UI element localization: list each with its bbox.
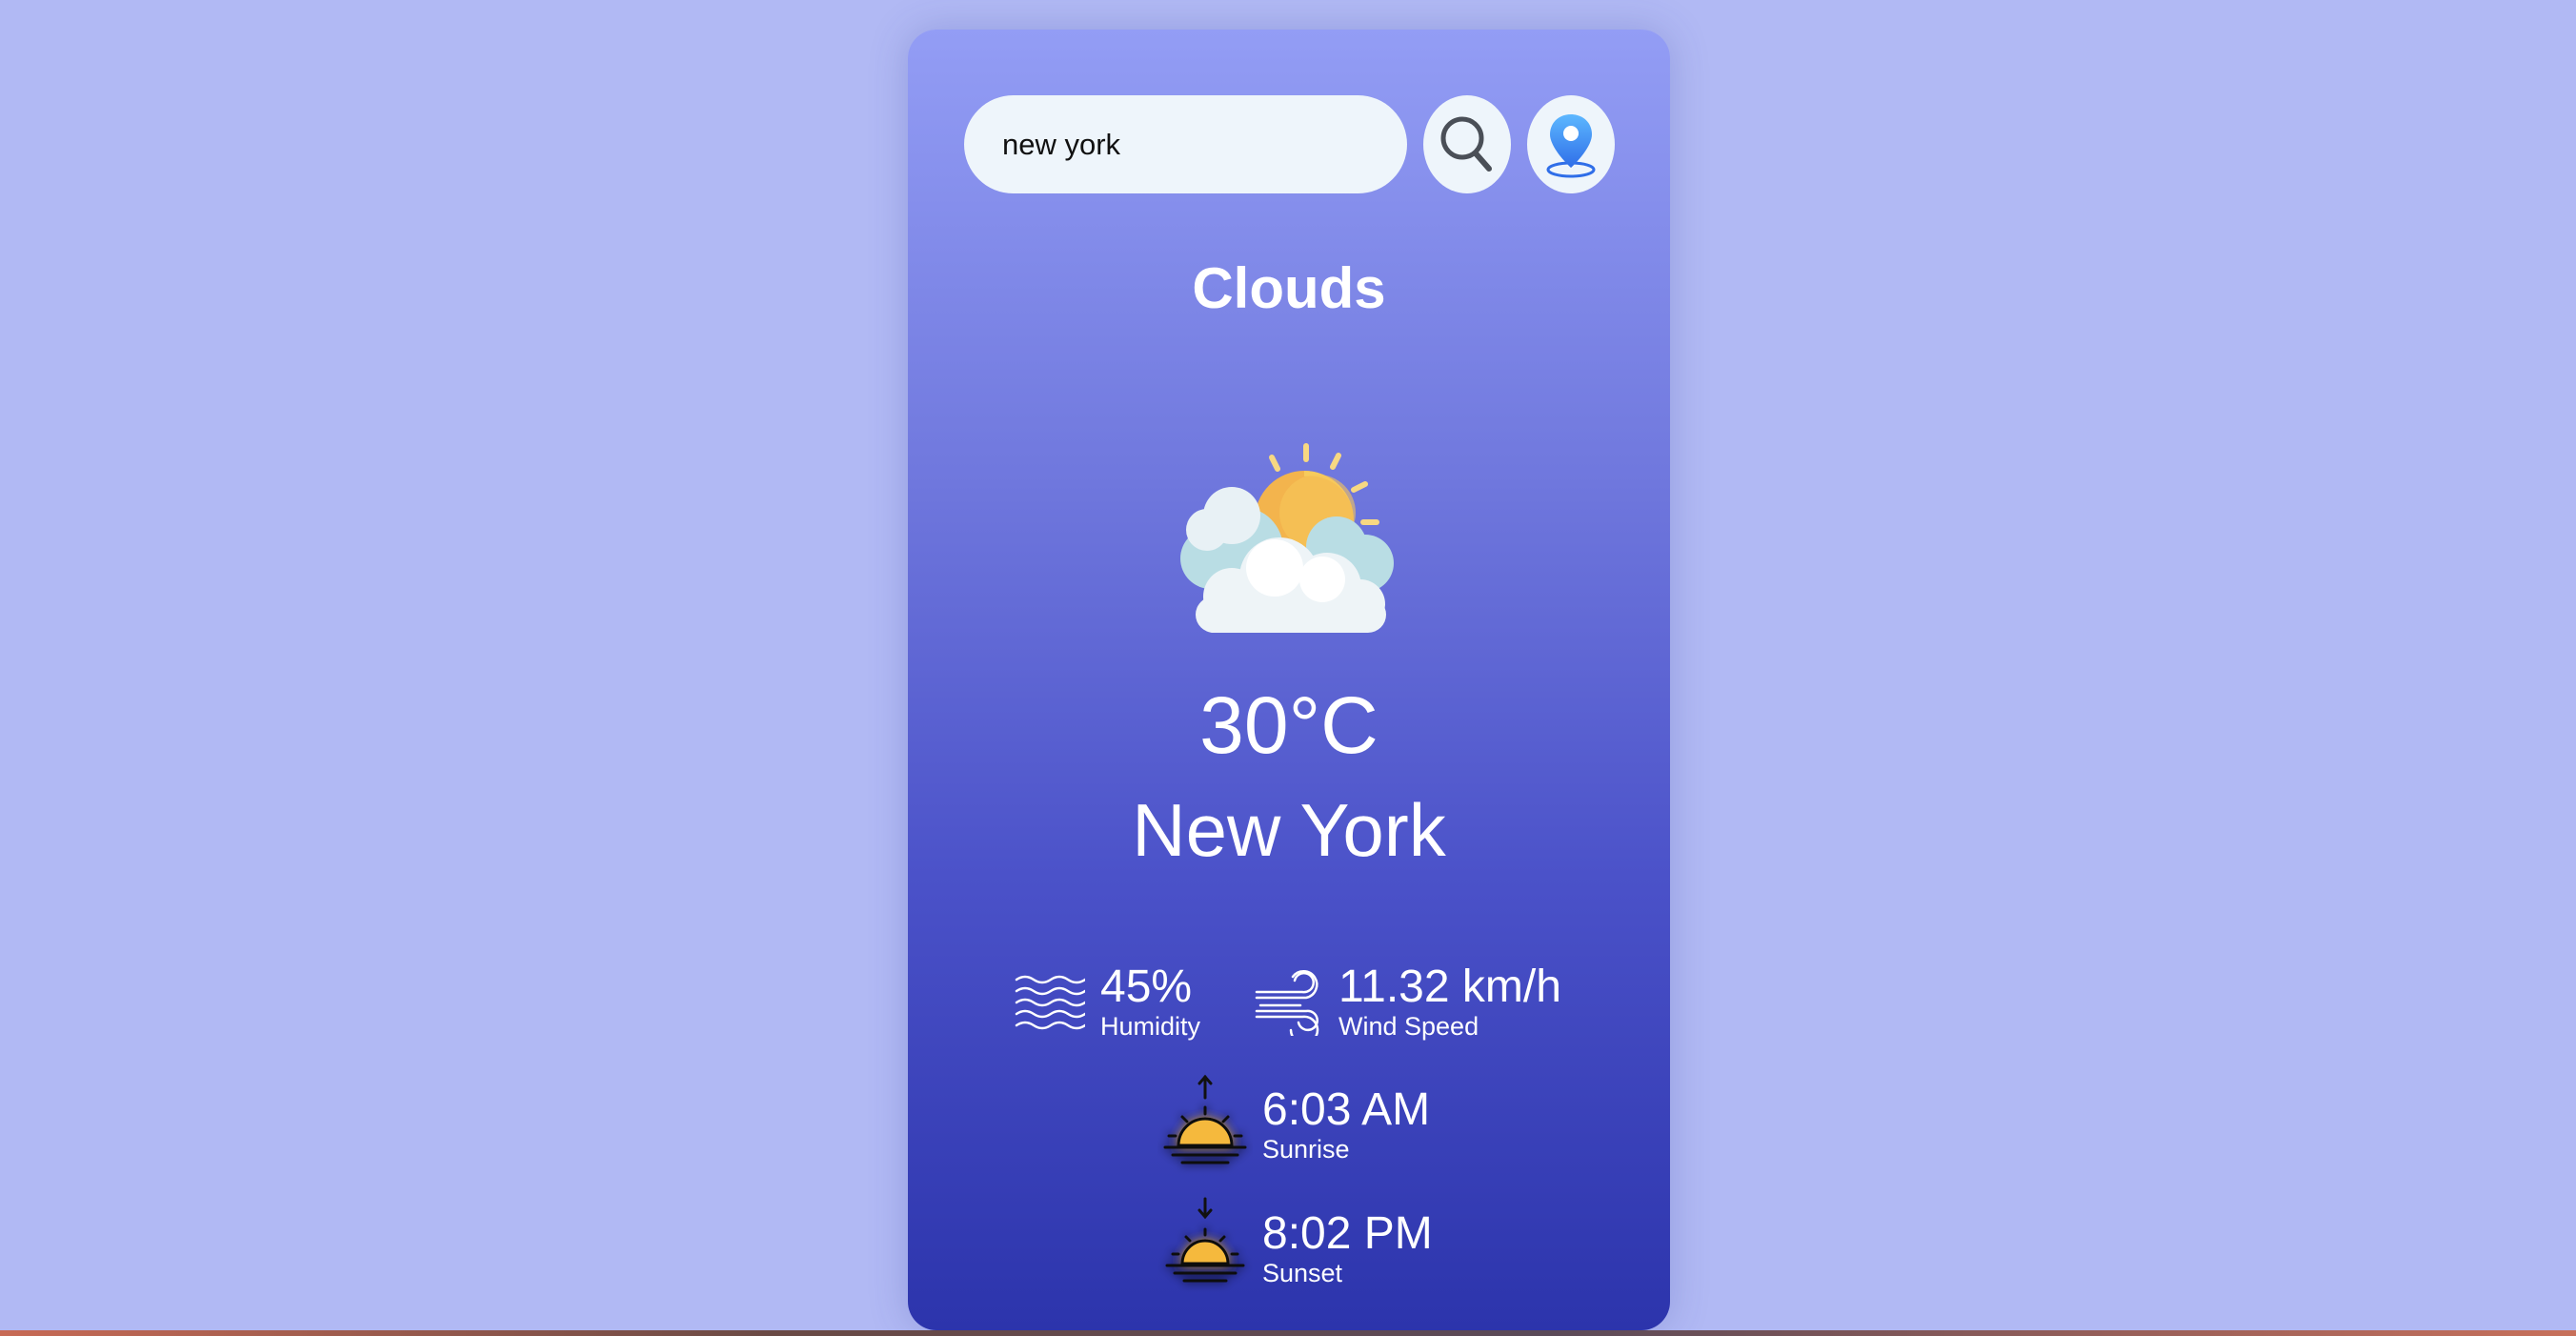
weather-condition: Clouds (1192, 256, 1386, 320)
sunset-icon (1165, 1197, 1245, 1283)
search-button[interactable] (1423, 95, 1511, 193)
temperature: 30°C (1199, 680, 1379, 770)
humidity-waves-icon (1015, 975, 1085, 1030)
sunrise-label: Sunrise (1262, 1135, 1350, 1164)
search-input[interactable] (964, 95, 1407, 193)
city-name: New York (1132, 788, 1446, 872)
sunset-label: Sunset (1262, 1259, 1343, 1287)
sunrise-time: 6:03 AM (1262, 1084, 1431, 1135)
search-bar (964, 95, 1615, 193)
sunset-time: 8:02 PM (1262, 1208, 1433, 1259)
location-button[interactable] (1527, 95, 1615, 193)
weather-card: Clouds (908, 30, 1670, 1330)
desktop-edge (0, 1330, 2576, 1336)
humidity-label: Humidity (1100, 1012, 1201, 1041)
partly-cloudy-icon (1180, 443, 1394, 633)
sunrise-stat: 6:03 AM Sunrise (1157, 1073, 1430, 1178)
wind-speed-label: Wind Speed (1338, 1012, 1479, 1041)
search-icon (1440, 116, 1492, 172)
humidity-stat: 45% Humidity (1015, 963, 1200, 1042)
sunrise-icon (1163, 1074, 1247, 1164)
wind-icon (1255, 970, 1319, 1036)
wind-stat: 11.32 km/h Wind Speed (1253, 963, 1561, 1042)
location-pin-icon (1546, 113, 1596, 177)
wind-speed-value: 11.32 km/h (1338, 962, 1561, 1012)
sunset-stat: 8:02 PM Sunset (1157, 1197, 1433, 1302)
humidity-value: 45% (1100, 962, 1193, 1012)
